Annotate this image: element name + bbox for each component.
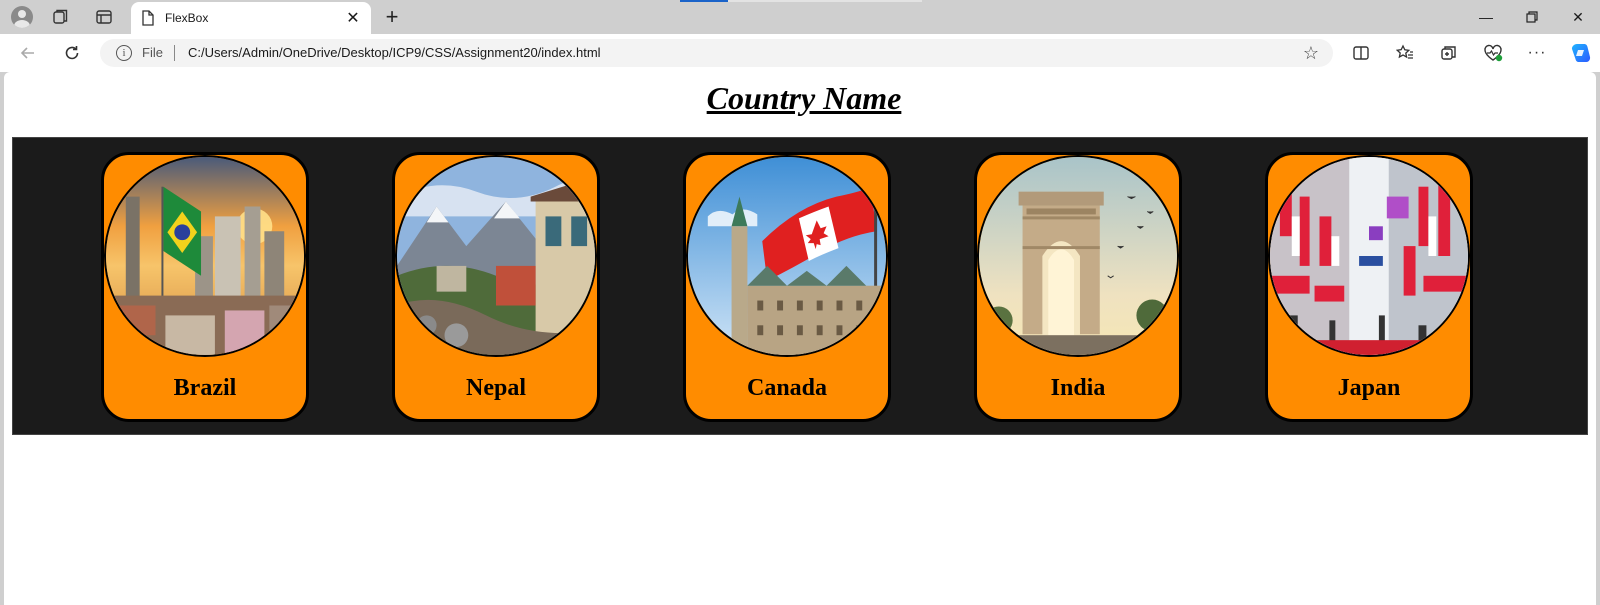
profile-button[interactable] [8, 4, 36, 30]
file-scheme-label: File [142, 45, 163, 60]
browser-essentials-button[interactable] [1480, 41, 1506, 65]
split-screen-icon [1353, 46, 1369, 60]
japan-photo [1268, 155, 1470, 357]
brazil-photo [104, 155, 306, 357]
india-photo [977, 155, 1179, 357]
country-name: Canada [746, 375, 828, 401]
minimize-button[interactable]: — [1466, 4, 1506, 30]
workspaces-button[interactable] [47, 4, 75, 30]
address-bar[interactable]: i File C:/Users/Admin/OneDrive/Desktop/I… [100, 39, 1333, 67]
copilot-button[interactable] [1568, 41, 1594, 65]
canada-photo [686, 155, 888, 357]
back-arrow-icon [20, 47, 34, 59]
page-viewport: Country Name Brazil Nepal Canada India J… [4, 72, 1596, 605]
reload-button[interactable] [58, 40, 86, 66]
info-icon[interactable]: i [116, 45, 132, 61]
nepal-photo [395, 155, 597, 357]
address-toolbar: i File C:/Users/Admin/OneDrive/Desktop/I… [0, 34, 1600, 72]
country-card-nepal: Nepal [392, 152, 600, 422]
country-card-canada: Canada [683, 152, 891, 422]
country-card-japan: Japan [1265, 152, 1473, 422]
country-name: Japan [1337, 375, 1401, 401]
favorite-star-icon[interactable]: ☆ [1303, 43, 1319, 64]
country-flex-container: Brazil Nepal Canada India Japan [12, 137, 1588, 435]
more-menu-button[interactable]: ··· [1524, 41, 1550, 65]
new-tab-button[interactable]: + [378, 4, 406, 30]
heart-pulse-icon [1484, 44, 1503, 62]
page-title: Country Name [706, 80, 902, 116]
browser-tab-bar: FlexBox ✕ + — ✕ [0, 0, 1600, 34]
collections-icon [1441, 46, 1456, 60]
favorites-button[interactable] [1392, 41, 1418, 65]
close-tab-icon[interactable]: ✕ [343, 8, 363, 28]
back-button[interactable] [14, 40, 42, 66]
country-name: Brazil [173, 375, 237, 401]
close-window-button[interactable]: ✕ [1558, 4, 1598, 30]
workspaces-icon [53, 9, 68, 24]
favorites-list-icon [1396, 44, 1413, 59]
tab-flexbox[interactable]: FlexBox ✕ [131, 2, 371, 34]
page-icon [142, 10, 154, 26]
tab-title: FlexBox [165, 11, 209, 25]
profile-avatar-icon [11, 6, 33, 28]
country-name: India [1050, 375, 1106, 401]
tab-strip-shade [728, 0, 922, 2]
address-separator [174, 45, 175, 61]
copilot-icon [1571, 44, 1591, 62]
country-card-india: India [974, 152, 1182, 422]
tab-actions-button[interactable] [90, 4, 118, 30]
tab-strip-accent [680, 0, 728, 2]
tab-actions-icon [96, 10, 112, 24]
collections-button[interactable] [1436, 41, 1462, 65]
country-card-brazil: Brazil [101, 152, 309, 422]
reload-icon [65, 46, 79, 60]
url-text[interactable]: C:/Users/Admin/OneDrive/Desktop/ICP9/CSS… [188, 45, 601, 60]
restore-button[interactable] [1512, 4, 1552, 30]
country-name: Nepal [466, 375, 526, 401]
split-screen-button[interactable] [1348, 41, 1374, 65]
restore-icon [1526, 11, 1538, 23]
